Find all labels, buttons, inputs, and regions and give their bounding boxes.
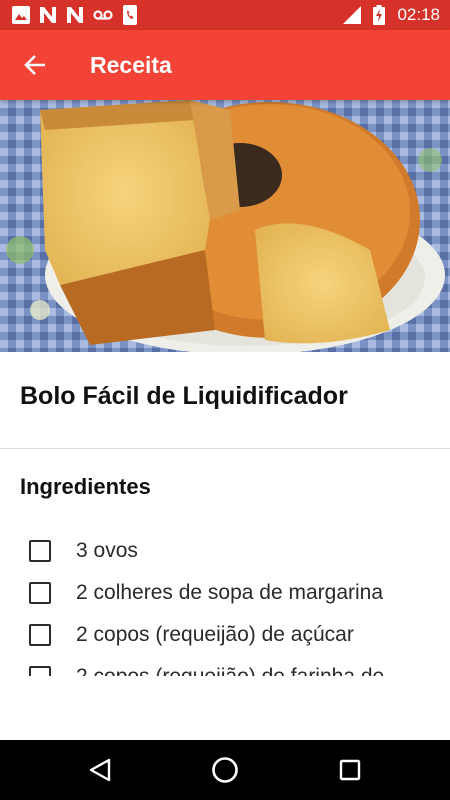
status-time: 02:18 bbox=[397, 5, 440, 24]
n-notification-icon bbox=[67, 7, 83, 23]
ingredient-label: 3 ovos bbox=[76, 539, 138, 562]
ingredient-item[interactable]: 2 colheres de sopa de margarina bbox=[0, 572, 450, 614]
status-notifications bbox=[12, 5, 138, 25]
battery-charging-icon bbox=[373, 5, 386, 25]
recents-square-icon bbox=[339, 759, 361, 781]
phone-icon bbox=[123, 5, 137, 25]
nav-home-button[interactable] bbox=[185, 740, 265, 800]
status-bar: 02:18 bbox=[0, 0, 450, 30]
nav-back-button[interactable] bbox=[60, 740, 140, 800]
navigation-bar bbox=[0, 740, 450, 800]
voicemail-icon bbox=[93, 10, 113, 20]
recipe-image bbox=[0, 100, 450, 352]
signal-icon bbox=[343, 6, 362, 24]
arrow-back-icon bbox=[24, 55, 45, 75]
app-bar: Receita bbox=[0, 30, 450, 100]
cake-photo bbox=[0, 100, 450, 352]
ingredient-item[interactable]: 2 copos (requeijão) de açúcar bbox=[0, 614, 450, 656]
ingredient-checkbox[interactable] bbox=[29, 540, 51, 562]
ingredient-checkbox[interactable] bbox=[29, 666, 51, 676]
home-circle-icon bbox=[212, 757, 238, 783]
ingredient-label: 2 colheres de sopa de margarina bbox=[76, 581, 384, 604]
back-button[interactable] bbox=[0, 30, 70, 100]
ingredient-checkbox[interactable] bbox=[29, 582, 51, 604]
ingredient-label: 2 copos (requeijão) de açúcar bbox=[76, 623, 354, 646]
ingredient-item[interactable]: 3 ovos bbox=[0, 530, 450, 572]
ingredient-item[interactable]: 2 copos (requeijão) de farinha de bbox=[0, 656, 450, 676]
app-title: Receita bbox=[90, 51, 172, 78]
nav-recents-button[interactable] bbox=[310, 740, 390, 800]
recipe-title: Bolo Fácil de Liquidificador bbox=[20, 382, 348, 410]
divider bbox=[0, 448, 450, 449]
n-notification-icon bbox=[40, 7, 56, 23]
ingredients-list: 3 ovos 2 colheres de sopa de margarina 2… bbox=[0, 530, 450, 676]
ingredients-heading: Ingredientes bbox=[20, 474, 151, 499]
ingredient-label: 2 copos (requeijão) de farinha de bbox=[76, 665, 384, 676]
image-icon bbox=[12, 6, 30, 24]
ingredient-checkbox[interactable] bbox=[29, 624, 51, 646]
status-system: 02:18 bbox=[343, 5, 440, 25]
back-triangle-icon bbox=[89, 758, 111, 782]
